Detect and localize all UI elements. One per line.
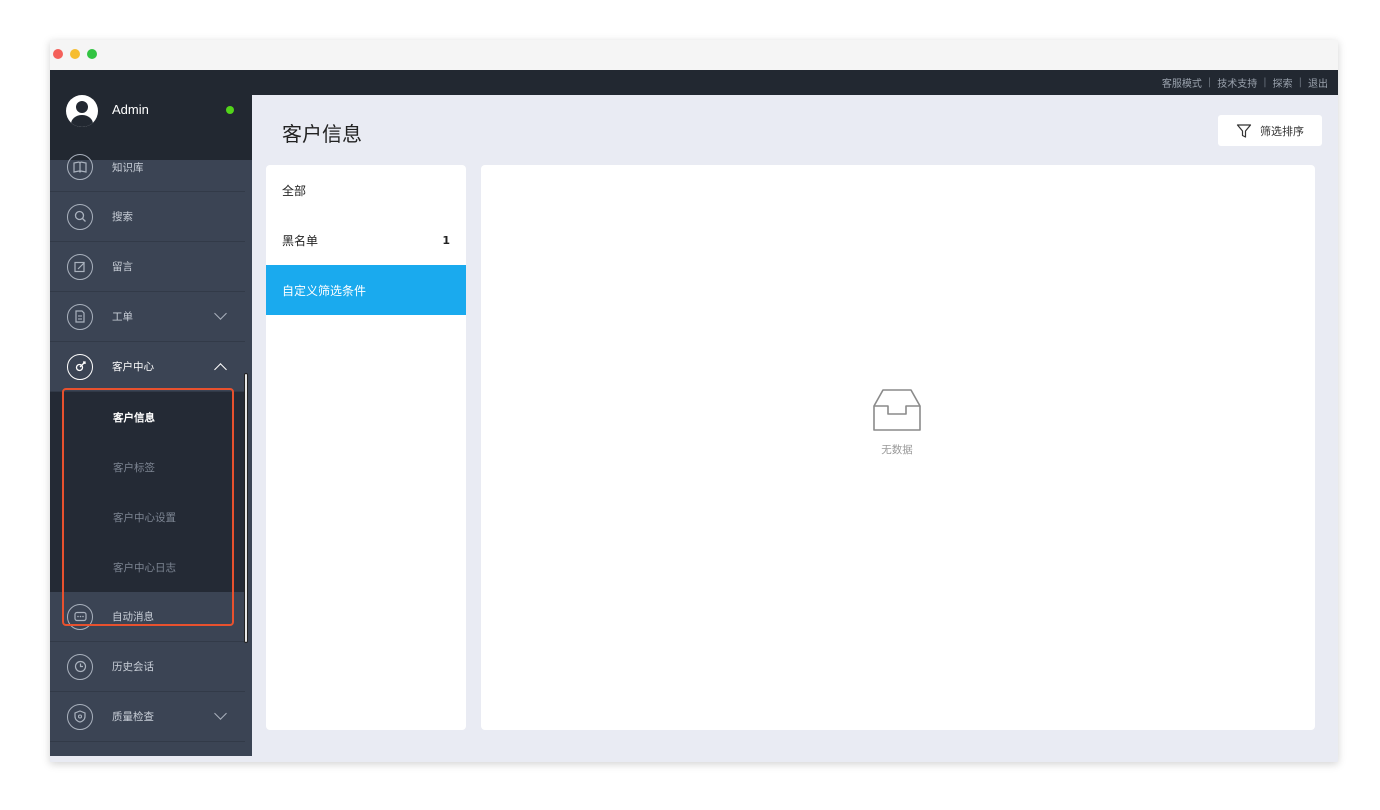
close-window-button[interactable]: [53, 49, 63, 59]
sidebar: Admin 知识库 搜索 留言 工单 客户中心 客户信息 客户标签 客户中心设置…: [50, 95, 252, 762]
separator: |: [1207, 77, 1212, 88]
link-logout[interactable]: 退出: [1308, 75, 1328, 90]
user-name: Admin: [112, 102, 149, 117]
book-icon: [67, 154, 93, 180]
link-service-mode[interactable]: 客服模式: [1162, 75, 1202, 90]
user-panel: Admin: [50, 95, 252, 160]
top-links: 客服模式 | 技术支持 | 探索 | 退出: [1162, 70, 1328, 95]
sidebar-item-quality-check[interactable]: 质量检查: [50, 692, 245, 742]
chevron-down-icon: [214, 307, 227, 320]
list-item-label: 全部: [282, 183, 307, 198]
list-item-all[interactable]: 全部: [266, 165, 466, 215]
app-window: 客服模式 | 技术支持 | 探索 | 退出 Admin 知识库 搜索 留言 工单…: [50, 40, 1338, 762]
sidebar-item-label: 历史会话: [112, 661, 154, 673]
separator: |: [1298, 77, 1302, 88]
list-item-count: 1: [442, 233, 450, 247]
sidebar-item-customer-center[interactable]: 客户中心: [50, 342, 245, 392]
submenu-item-customer-tags[interactable]: 客户标签: [50, 442, 245, 492]
chevron-up-icon: [214, 363, 227, 376]
empty-inbox-icon: [873, 389, 921, 431]
sidebar-scrollbar[interactable]: [244, 373, 248, 643]
sidebar-item-search[interactable]: 搜索: [50, 192, 245, 242]
bottom-strip: [50, 756, 1338, 762]
filter-icon: [1236, 123, 1252, 138]
customer-results-panel: 无数据: [481, 165, 1315, 730]
submenu-item-customer-info[interactable]: 客户信息: [50, 392, 245, 442]
submenu-item-customer-center-settings[interactable]: 客户中心设置: [50, 492, 245, 542]
avatar[interactable]: [66, 95, 98, 127]
sidebar-item-label: 客户中心: [112, 361, 154, 373]
chat-icon: [67, 603, 93, 630]
sidebar-item-label: 自动消息: [112, 611, 154, 623]
list-item-label: 自定义筛选条件: [282, 283, 367, 298]
document-icon: [67, 303, 93, 330]
sidebar-item-auto-messages[interactable]: 自动消息: [50, 592, 245, 642]
title-bar: [50, 40, 1338, 70]
sidebar-nav: 知识库 搜索 留言 工单 客户中心 客户信息 客户标签 客户中心设置 客户中心日…: [50, 154, 245, 742]
top-bar: 客服模式 | 技术支持 | 探索 | 退出: [50, 70, 1338, 95]
target-icon: [67, 353, 93, 380]
sidebar-item-label: 质量检查: [112, 711, 154, 723]
zoom-window-button[interactable]: [87, 49, 97, 59]
online-status-dot: [226, 106, 234, 114]
submenu-item-customer-center-log[interactable]: 客户中心日志: [50, 542, 245, 592]
sidebar-item-label: 搜索: [112, 211, 133, 223]
edit-note-icon: [67, 253, 93, 280]
sidebar-item-messages[interactable]: 留言: [50, 242, 245, 292]
empty-state-text: 无数据: [881, 444, 913, 456]
link-explore[interactable]: 探索: [1273, 75, 1293, 90]
filter-sort-button[interactable]: 筛选排序: [1218, 115, 1322, 146]
chevron-down-icon: [214, 707, 227, 720]
minimize-window-button[interactable]: [70, 49, 80, 59]
sidebar-item-tickets[interactable]: 工单: [50, 292, 245, 342]
page-title: 客户信息: [282, 122, 362, 146]
shield-icon: [67, 703, 93, 730]
filter-sort-label: 筛选排序: [1260, 124, 1304, 138]
search-icon: [67, 203, 93, 230]
customer-filter-list: 全部 黑名单 1 自定义筛选条件: [266, 165, 466, 730]
link-tech-support[interactable]: 技术支持: [1217, 75, 1257, 90]
sidebar-item-label: 留言: [112, 261, 133, 273]
sidebar-item-knowledge-base[interactable]: 知识库: [50, 154, 245, 192]
list-item-blacklist[interactable]: 黑名单 1: [266, 215, 466, 265]
customer-center-submenu: 客户信息 客户标签 客户中心设置 客户中心日志: [50, 392, 245, 592]
sidebar-item-label: 知识库: [112, 162, 144, 174]
separator: |: [1263, 77, 1267, 88]
list-item-label: 黑名单: [282, 233, 319, 248]
list-item-custom-filter[interactable]: 自定义筛选条件: [266, 265, 466, 315]
empty-state: 无数据: [867, 380, 927, 457]
main-content: 客户信息 筛选排序 全部 黑名单 1 自定义筛选条件 无数据: [252, 95, 1338, 762]
sidebar-item-label: 工单: [112, 311, 133, 323]
clock-icon: [67, 653, 93, 680]
sidebar-item-history-sessions[interactable]: 历史会话: [50, 642, 245, 692]
